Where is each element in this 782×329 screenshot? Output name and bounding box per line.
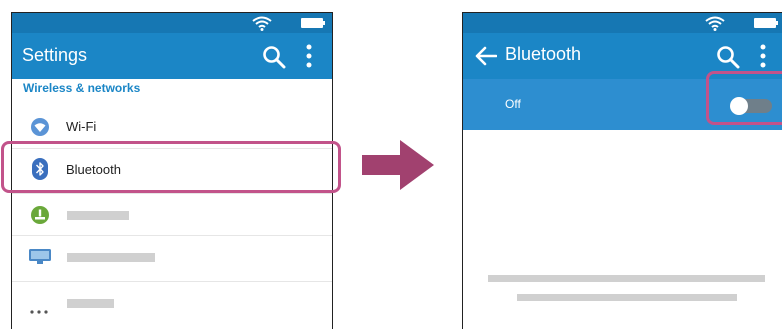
search-icon[interactable]	[262, 45, 286, 69]
battery-icon	[754, 18, 778, 28]
placeholder-text-bar	[67, 253, 155, 262]
toggle-highlight	[706, 71, 782, 125]
more-dots-icon	[30, 301, 48, 319]
toggle-state-label: Off	[505, 97, 521, 111]
page-title: Bluetooth	[505, 44, 582, 64]
search-icon[interactable]	[716, 45, 740, 69]
battery-data-icon	[30, 205, 50, 230]
settings-item-placeholder-1[interactable]	[12, 193, 332, 236]
next-step-arrow-icon	[362, 140, 434, 190]
overflow-menu-icon[interactable]	[759, 44, 767, 68]
section-header: Wireless & networks	[23, 81, 141, 95]
placeholder-text-bar	[517, 294, 737, 301]
page-title: Settings	[22, 45, 88, 65]
settings-item-placeholder-2[interactable]	[12, 235, 332, 278]
battery-icon	[301, 18, 325, 28]
overflow-menu-icon[interactable]	[305, 44, 313, 68]
wifi-signal-icon	[252, 16, 272, 31]
placeholder-text-bar	[488, 275, 765, 282]
placeholder-text-bar	[67, 211, 129, 220]
settings-item-more[interactable]	[12, 281, 332, 329]
wifi-signal-icon	[705, 16, 725, 31]
status-bar	[12, 13, 332, 33]
display-icon	[28, 248, 52, 271]
status-bar	[463, 13, 782, 33]
bluetooth-screen: Bluetooth Off	[462, 12, 782, 329]
app-bar: Settings	[12, 33, 332, 79]
settings-item-label: Wi-Fi	[66, 119, 97, 134]
wifi-circle-icon	[30, 117, 50, 142]
back-arrow-icon[interactable]	[475, 46, 497, 66]
placeholder-text-bar	[67, 299, 114, 308]
bluetooth-highlight	[1, 141, 341, 193]
